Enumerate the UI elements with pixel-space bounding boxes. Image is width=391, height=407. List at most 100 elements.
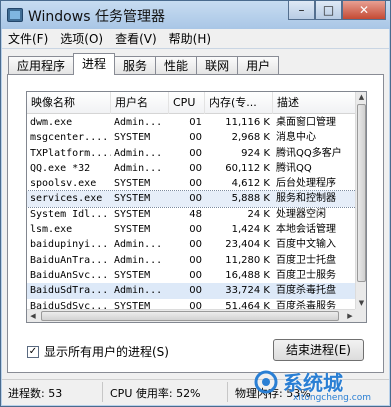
maximize-button[interactable]: □ — [315, 1, 342, 20]
cell-desc: 百度中文输入 — [276, 239, 336, 251]
cell-name: System Idl... — [30, 208, 109, 220]
cell-desc: 服务和控制器 — [276, 193, 336, 205]
cell-desc: 消息中心 — [276, 132, 316, 144]
cell-user: SYSTEM — [114, 178, 151, 190]
processes-panel: 映像名称 用户名 CPU 内存(专... 描述 dwm.exe Admin... 0… — [7, 74, 384, 373]
cell-name: msgcenter.... — [30, 132, 109, 144]
horizontal-scrollbar[interactable]: ◀ ▶ — [27, 309, 356, 322]
tab-processes[interactable]: 进程 — [73, 53, 116, 75]
status-divider — [227, 382, 228, 402]
scroll-down-icon[interactable]: ▼ — [356, 298, 366, 309]
cell-desc: 处理器空闲 — [276, 208, 326, 220]
scroll-corner — [355, 309, 366, 322]
client-area: 应用程序 进程 服务 性能 联网 用户 映像名称 用户名 CPU 内存(专...… — [2, 49, 389, 379]
cell-cpu: 00 — [189, 269, 202, 281]
cell-mem: 11,280 K — [225, 254, 270, 266]
vertical-scroll-thumb[interactable] — [357, 104, 366, 282]
tab-services[interactable]: 服务 — [114, 56, 157, 75]
table-row[interactable]: BaiduSdTra... Admin... 00 33,724 K 百度杀毒托盘 — [27, 283, 356, 299]
watermark-logo-icon — [254, 370, 278, 394]
watermark-text: 系统城 — [283, 371, 343, 395]
cell-user: Admin... — [114, 162, 163, 174]
column-description[interactable]: 描述 — [273, 92, 356, 114]
cell-name: dwm.exe — [30, 117, 73, 128]
cell-mem: 5,888 K — [231, 193, 270, 205]
table-row[interactable]: baidupinyi... Admin... 00 23,404 K 百度中文输入 — [27, 237, 356, 252]
table-row[interactable]: BaiduAnSvc... SYSTEM 00 16,488 K 百度卫士服务 — [27, 268, 356, 283]
menu-options[interactable]: 选项(O) — [54, 30, 109, 47]
table-row[interactable]: dwm.exe Admin... 01 11,116 K 桌面窗口管理 — [27, 115, 356, 130]
cell-cpu: 01 — [189, 117, 202, 128]
cell-mem: 16,488 K — [225, 269, 270, 281]
cell-user: Admin... — [114, 147, 163, 159]
cell-name: TXPlatform.... — [30, 147, 111, 159]
cell-user: Admin... — [114, 239, 163, 251]
tab-users[interactable]: 用户 — [237, 56, 280, 75]
cell-name: QQ.exe *32 — [30, 162, 91, 174]
column-memory[interactable]: 内存(专... — [205, 92, 273, 114]
cell-user: Admin... — [114, 117, 163, 128]
cell-desc: 百度卫士服务 — [276, 269, 336, 281]
title-bar[interactable]: Windows 任务管理器 – □ ✕ — [1, 1, 390, 29]
task-manager-icon — [7, 8, 23, 22]
table-row[interactable]: TXPlatform.... Admin... 00 924 K 腾讯QQ多客户 — [27, 146, 356, 161]
window-title: Windows 任务管理器 — [28, 9, 165, 25]
close-button[interactable]: ✕ — [342, 1, 386, 20]
menu-file[interactable]: 文件(F) — [2, 30, 54, 47]
cell-mem: 11,116 K — [225, 117, 270, 128]
table-row[interactable]: lsm.exe SYSTEM 00 1,424 K 本地会话管理 — [27, 222, 356, 237]
cell-mem: 924 K — [241, 147, 270, 159]
show-all-users-option[interactable]: ✓ 显示所有用户的进程(S) — [27, 343, 169, 360]
cell-mem: 23,404 K — [225, 239, 270, 251]
cell-cpu: 00 — [189, 254, 202, 266]
cell-cpu: 48 — [189, 208, 202, 220]
cell-name: services.exe — [30, 193, 103, 205]
scroll-left-icon[interactable]: ◀ — [27, 310, 39, 322]
minimize-button[interactable]: – — [288, 1, 315, 20]
table-row[interactable]: System Idl... SYSTEM 48 24 K 处理器空闲 — [27, 207, 356, 222]
cell-desc: 桌面窗口管理 — [276, 117, 336, 128]
cell-mem: 60,112 K — [225, 162, 270, 174]
table-row[interactable]: msgcenter.... SYSTEM 00 2,968 K 消息中心 — [27, 130, 356, 145]
process-list[interactable]: 映像名称 用户名 CPU 内存(专... 描述 dwm.exe Admin... 0… — [26, 91, 367, 323]
watermark-url: xitongcheng.com — [293, 393, 371, 403]
table-row[interactable]: QQ.exe *32 Admin... 00 60,112 K 腾讯QQ — [27, 161, 356, 176]
tab-strip: 应用程序 进程 服务 性能 联网 用户 — [8, 53, 280, 75]
cell-cpu: 00 — [189, 239, 202, 251]
show-all-users-checkbox[interactable]: ✓ — [27, 345, 39, 358]
status-cpu-usage: CPU 使用率: 52% — [110, 387, 201, 400]
cell-mem: 33,724 K — [225, 285, 270, 297]
cell-name: baidupinyi... — [30, 239, 109, 251]
tab-performance[interactable]: 性能 — [155, 56, 198, 75]
menu-help[interactable]: 帮助(H) — [163, 30, 217, 47]
cell-desc: 本地会话管理 — [276, 224, 336, 236]
vertical-scrollbar[interactable]: ▲ ▼ — [355, 92, 366, 309]
end-process-button[interactable]: 结束进程(E) — [273, 339, 364, 361]
horizontal-scroll-thumb[interactable] — [41, 311, 339, 321]
cell-name: BaiduSdTra... — [30, 285, 109, 297]
cell-desc: 百度卫士托盘 — [276, 254, 336, 266]
menu-view[interactable]: 查看(V) — [109, 30, 163, 47]
scroll-up-icon[interactable]: ▲ — [356, 92, 366, 103]
cell-cpu: 00 — [189, 132, 202, 144]
cell-name: spoolsv.exe — [30, 178, 97, 190]
tab-applications[interactable]: 应用程序 — [8, 56, 75, 75]
cell-desc: 百度杀毒托盘 — [276, 285, 336, 297]
cell-cpu: 00 — [189, 224, 202, 236]
column-image-name[interactable]: 映像名称 — [27, 92, 111, 114]
cell-user: SYSTEM — [114, 269, 151, 281]
column-user-name[interactable]: 用户名 — [111, 92, 169, 114]
cell-desc: 腾讯QQ多客户 — [276, 147, 342, 159]
cell-user: SYSTEM — [114, 193, 151, 205]
cell-cpu: 00 — [189, 162, 202, 174]
table-row[interactable]: spoolsv.exe SYSTEM 00 4,612 K 后台处理程序 — [27, 176, 356, 191]
table-row[interactable]: BaiduAnTra... Admin... 00 11,280 K 百度卫士托盘 — [27, 253, 356, 268]
table-row[interactable]: services.exe SYSTEM 00 5,888 K 服务和控制器 — [27, 190, 357, 208]
cell-mem: 1,424 K — [231, 224, 270, 236]
window-controls: – □ ✕ — [288, 1, 386, 21]
column-cpu[interactable]: CPU — [169, 92, 205, 114]
tab-networking[interactable]: 联网 — [196, 56, 239, 75]
cell-name: lsm.exe — [30, 224, 73, 236]
process-rows: dwm.exe Admin... 01 11,116 K 桌面窗口管理 msgcenter… — [27, 115, 357, 322]
cell-cpu: 00 — [189, 193, 202, 205]
